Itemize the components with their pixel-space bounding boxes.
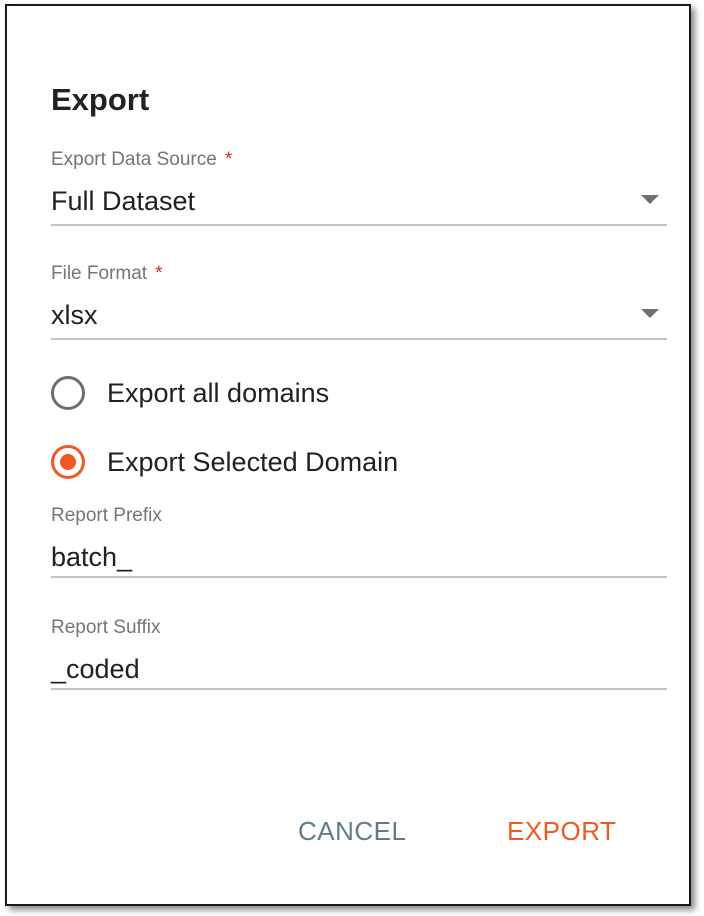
radio-label: Export Selected Domain: [107, 446, 399, 477]
field-underline: [51, 576, 667, 578]
radio-label: Export all domains: [107, 377, 330, 408]
cancel-button[interactable]: CANCEL: [298, 814, 406, 848]
required-indicator: *: [224, 149, 233, 170]
radio-dot-icon: [60, 454, 76, 470]
required-indicator: *: [155, 263, 163, 284]
export-dialog: Export Export Data Source * Full Dataset …: [5, 4, 691, 906]
radio-checked-icon[interactable]: [51, 445, 85, 479]
export-data-source-label: Export Data Source *: [51, 148, 667, 172]
file-format-label: File Format *: [51, 262, 667, 286]
radio-export-selected-domain[interactable]: Export Selected Domain: [51, 442, 398, 482]
dropdown-arrow-icon[interactable]: [641, 309, 659, 318]
field-underline: [51, 338, 667, 340]
field-underline: [51, 688, 667, 690]
file-format-value: xlsx: [51, 300, 98, 330]
dropdown-arrow-icon[interactable]: [641, 195, 659, 204]
export-data-source-label-text: Export Data Source: [51, 149, 217, 170]
export-button[interactable]: EXPORT: [507, 814, 616, 848]
radio-export-all-domains[interactable]: Export all domains: [51, 373, 329, 413]
report-prefix-label: Report Prefix: [51, 505, 162, 526]
radio-unchecked-icon[interactable]: [51, 376, 85, 410]
report-suffix-label: Report Suffix: [51, 617, 161, 638]
export-data-source-select[interactable]: Export Data Source * Full Dataset: [51, 148, 667, 228]
report-suffix-field[interactable]: Report Suffix _coded: [51, 616, 667, 696]
report-prefix-input[interactable]: batch_: [51, 540, 667, 574]
report-prefix-field[interactable]: Report Prefix batch_: [51, 504, 667, 584]
field-underline: [51, 224, 667, 226]
dialog-title: Export: [51, 82, 150, 117]
file-format-label-text: File Format: [51, 263, 148, 284]
file-format-select[interactable]: File Format * xlsx: [51, 262, 667, 342]
export-data-source-value: Full Dataset: [51, 186, 196, 216]
report-suffix-input[interactable]: _coded: [51, 652, 667, 686]
